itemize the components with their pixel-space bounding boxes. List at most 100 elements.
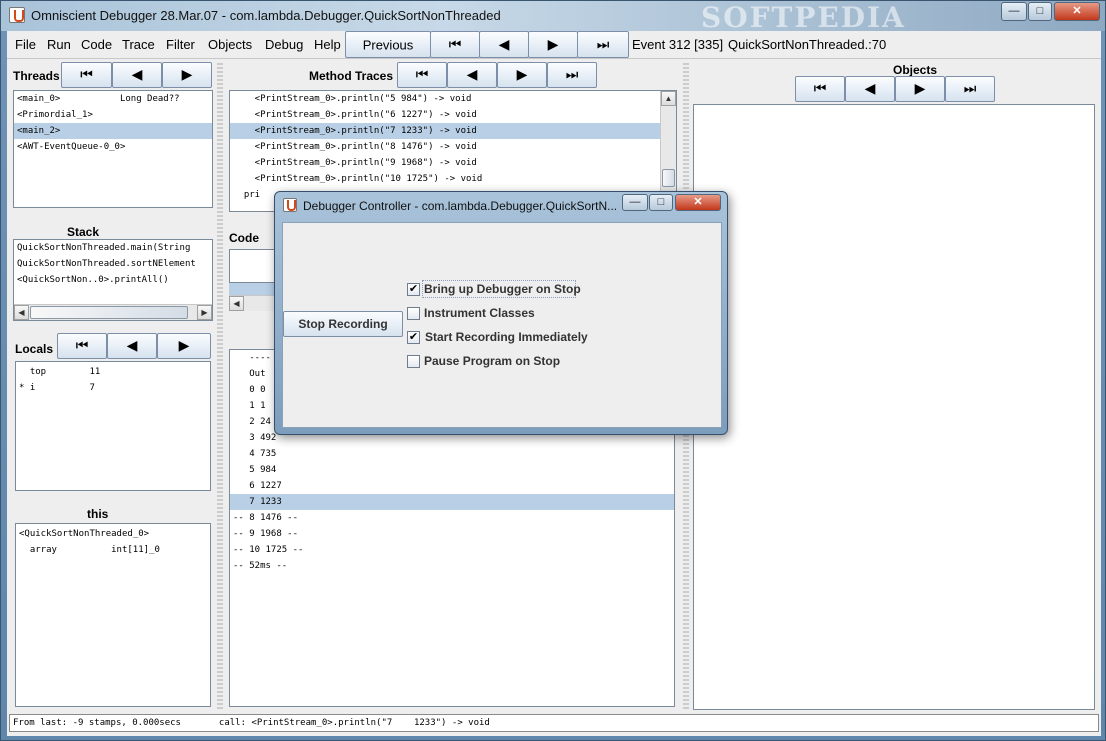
- scroll-right-arrow[interactable]: ▶: [197, 305, 212, 320]
- global-last-button[interactable]: ⏭: [577, 31, 629, 58]
- trace-row[interactable]: <PrintStream_0>.println("8 1476") -> voi…: [230, 139, 676, 155]
- thread-row[interactable]: <AWT-EventQueue-0_0>: [14, 139, 212, 155]
- step-forward-icon: ▶: [516, 67, 528, 83]
- global-next-button[interactable]: ▶: [528, 31, 578, 58]
- checkbox-instrument-classes[interactable]: [407, 307, 420, 320]
- event-counter: Event 312 [335]: [632, 37, 724, 52]
- objects-title: Objects: [893, 63, 938, 77]
- this-field-row[interactable]: <QuickSortNonThreaded_0>: [16, 526, 210, 542]
- output-row[interactable]: 5 984: [230, 462, 674, 478]
- stack-frame-row[interactable]: QuickSortNonThreaded.main(String: [14, 240, 212, 256]
- traces-first-button[interactable]: ⏮: [397, 62, 447, 88]
- trace-row[interactable]: <PrintStream_0>.println("5 984") -> void: [230, 91, 676, 107]
- traces-last-button[interactable]: ⏭: [547, 62, 597, 88]
- previous-button-label: Previous: [362, 37, 414, 52]
- dialog-maximize-button[interactable]: □: [649, 194, 673, 211]
- stack-frame-row[interactable]: <QuickSortNon..0>.printAll(): [14, 272, 212, 288]
- output-row[interactable]: 6 1227: [230, 478, 674, 494]
- java-app-icon: [9, 7, 25, 23]
- dialog-close-button[interactable]: ✕: [675, 194, 721, 211]
- stop-recording-label: Stop Recording: [298, 317, 388, 331]
- local-variable-row[interactable]: * i 7: [16, 380, 210, 396]
- thread-row[interactable]: <main_0> Long Dead??: [14, 91, 212, 107]
- output-row[interactable]: -- 8 1476 --: [230, 510, 674, 526]
- splitter-left[interactable]: [217, 63, 223, 711]
- this-list[interactable]: <QuickSortNonThreaded_0> array int[11]_0: [15, 523, 211, 707]
- status-bar: From last: -9 stamps, 0.000secs call: <P…: [9, 714, 1099, 732]
- thread-row[interactable]: <Primordial_1>: [14, 107, 212, 123]
- skip-first-icon: ⏮: [415, 67, 429, 83]
- locals-list[interactable]: top 11 * i 7: [15, 361, 211, 491]
- minimize-button[interactable]: —: [1001, 2, 1027, 21]
- objects-last-button[interactable]: ⏭: [945, 76, 995, 102]
- global-first-button[interactable]: ⏮: [430, 31, 480, 58]
- output-row[interactable]: 7 1233: [230, 494, 674, 510]
- dialog-title: Debugger Controller - com.lambda.Debugge…: [303, 199, 618, 213]
- menu-debug[interactable]: Debug: [265, 37, 303, 52]
- menu-code[interactable]: Code: [81, 37, 112, 52]
- main-window: Omniscient Debugger 28.Mar.07 - com.lamb…: [0, 0, 1106, 741]
- trace-row[interactable]: <PrintStream_0>.println("7 1233") -> voi…: [230, 123, 676, 139]
- threads-title: Threads: [13, 69, 60, 83]
- threads-first-button[interactable]: ⏮: [61, 62, 112, 88]
- stack-hscrollbar[interactable]: ◀ ▶: [14, 304, 212, 320]
- label-bring-up-debugger: Bring up Debugger on Stop: [424, 282, 581, 296]
- scroll-left-arrow[interactable]: ◀: [14, 305, 29, 320]
- local-variable-row[interactable]: top 11: [16, 364, 210, 380]
- objects-view[interactable]: [693, 104, 1095, 710]
- locals-first-button[interactable]: ⏮: [57, 333, 107, 359]
- output-row[interactable]: -- 52ms --: [230, 558, 674, 574]
- locals-title: Locals: [15, 342, 54, 356]
- scroll-thumb[interactable]: [662, 169, 675, 187]
- traces-next-button[interactable]: ▶: [497, 62, 547, 88]
- locals-prev-button[interactable]: ◀: [107, 333, 157, 359]
- thread-row[interactable]: <main_2>: [14, 123, 212, 139]
- output-row[interactable]: -- 10 1725 --: [230, 542, 674, 558]
- threads-next-button[interactable]: ▶: [162, 62, 212, 88]
- previous-button[interactable]: Previous: [345, 31, 431, 58]
- menu-run[interactable]: Run: [47, 37, 71, 52]
- trace-row[interactable]: <PrintStream_0>.println("6 1227") -> voi…: [230, 107, 676, 123]
- threads-prev-button[interactable]: ◀: [112, 62, 162, 88]
- title-bar[interactable]: Omniscient Debugger 28.Mar.07 - com.lamb…: [1, 1, 1105, 34]
- dialog-body: Stop Recording ✔ Bring up Debugger on St…: [282, 222, 722, 428]
- scroll-up-arrow[interactable]: ▲: [661, 91, 676, 106]
- menu-bar: File Run Code Trace Filter Objects Debug…: [7, 31, 1101, 59]
- objects-next-button[interactable]: ▶: [895, 76, 945, 102]
- step-forward-icon: ▶: [547, 36, 559, 53]
- this-field-row[interactable]: array int[11]_0: [16, 542, 210, 558]
- stop-recording-button[interactable]: Stop Recording: [283, 311, 403, 337]
- output-row[interactable]: -- 9 1968 --: [230, 526, 674, 542]
- checkbox-start-recording[interactable]: ✔: [407, 331, 420, 344]
- stack-frame-row[interactable]: QuickSortNonThreaded.sortNElement: [14, 256, 212, 272]
- skip-last-icon: ⏭: [596, 36, 610, 53]
- skip-first-icon: ⏮: [75, 338, 89, 354]
- dialog-minimize-button[interactable]: —: [622, 194, 648, 211]
- scroll-thumb[interactable]: [30, 306, 188, 319]
- output-row[interactable]: 4 735: [230, 446, 674, 462]
- stack-panel: Stack QuickSortNonThreaded.main(String Qu…: [11, 221, 215, 323]
- global-prev-button[interactable]: ◀: [479, 31, 529, 58]
- threads-list[interactable]: <main_0> Long Dead?? <Primordial_1> <main_…: [13, 90, 213, 208]
- skip-first-icon: ⏮: [813, 81, 827, 97]
- scroll-left-arrow[interactable]: ◀: [229, 296, 244, 311]
- checkbox-pause-program[interactable]: [407, 355, 420, 368]
- menu-help[interactable]: Help: [314, 37, 341, 52]
- maximize-button[interactable]: □: [1028, 2, 1052, 21]
- traces-prev-button[interactable]: ◀: [447, 62, 497, 88]
- checkbox-bring-up-debugger[interactable]: ✔: [407, 283, 420, 296]
- menu-trace[interactable]: Trace: [122, 37, 155, 52]
- locals-next-button[interactable]: ▶: [157, 333, 211, 359]
- threads-panel: Threads ⏮ ◀ ▶ <main_0> Long Dead?? <Primo…: [11, 62, 215, 210]
- menu-file[interactable]: File: [15, 37, 36, 52]
- objects-prev-button[interactable]: ◀: [845, 76, 895, 102]
- close-button[interactable]: ✕: [1054, 2, 1100, 21]
- step-back-icon: ◀: [864, 81, 876, 97]
- trace-row[interactable]: <PrintStream_0>.println("10 1725") -> vo…: [230, 171, 676, 187]
- menu-filter[interactable]: Filter: [166, 37, 195, 52]
- objects-first-button[interactable]: ⏮: [795, 76, 845, 102]
- trace-row[interactable]: <PrintStream_0>.println("9 1968") -> voi…: [230, 155, 676, 171]
- menu-objects[interactable]: Objects: [208, 37, 252, 52]
- step-back-icon: ◀: [131, 67, 143, 83]
- label-instrument-classes: Instrument Classes: [424, 306, 535, 320]
